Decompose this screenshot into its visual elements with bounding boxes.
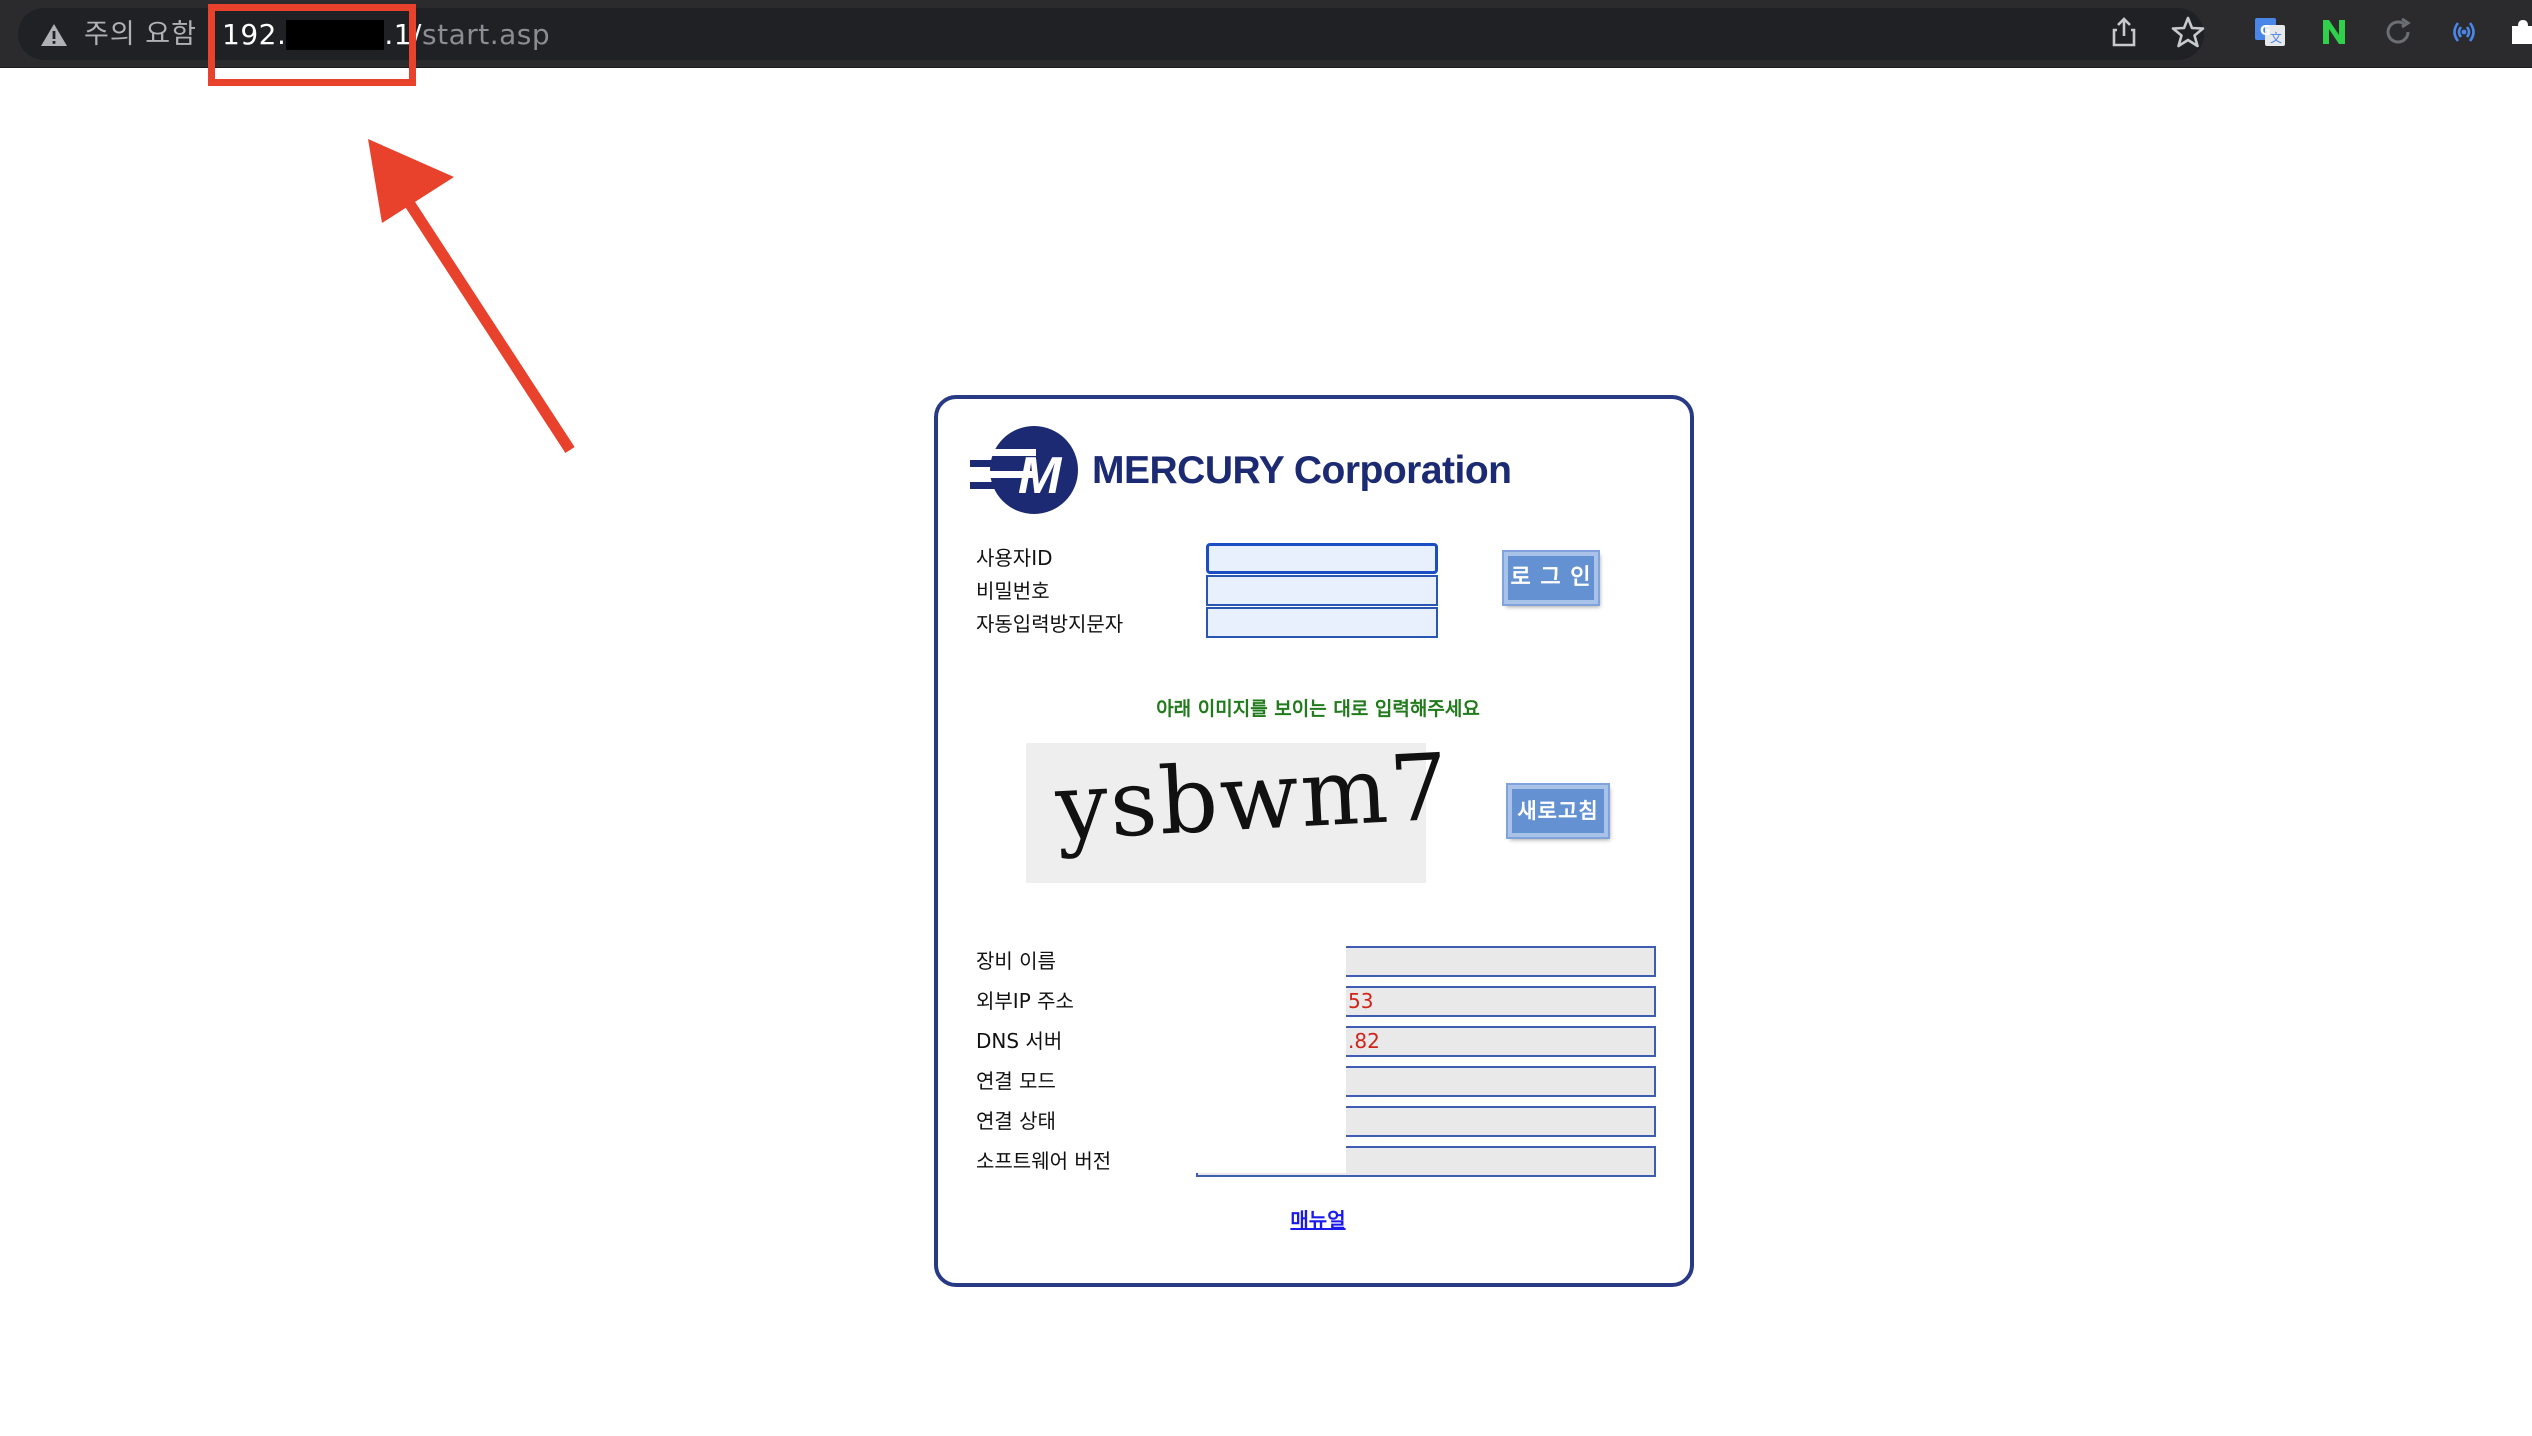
google-translate-icon[interactable]: G文 xyxy=(2252,14,2288,50)
url-path: start.asp xyxy=(422,18,551,51)
user-id-label: 사용자ID xyxy=(976,546,1053,570)
captcha-hint: 아래 이미지를 보이는 대로 입력해주세요 xyxy=(1156,698,1480,720)
user-id-input[interactable] xyxy=(1206,543,1438,574)
company-name: MERCURY Corporation xyxy=(1092,449,1512,492)
connection-mode-label: 연결 모드 xyxy=(976,1069,1056,1093)
extensions-puzzle-icon[interactable] xyxy=(2506,14,2532,50)
naver-extension-icon[interactable] xyxy=(2316,14,2352,50)
manual-link[interactable]: 매뉴얼 xyxy=(938,1207,1698,1233)
device-name-label: 장비 이름 xyxy=(976,949,1056,973)
svg-text:M: M xyxy=(1018,447,1063,505)
svg-text:文: 文 xyxy=(2270,30,2282,45)
captcha-text: ysbwm7 xyxy=(1053,733,1453,861)
software-version-label: 소프트웨어 버전 xyxy=(976,1149,1112,1173)
warning-icon[interactable] xyxy=(40,22,68,48)
password-input[interactable] xyxy=(1206,575,1438,606)
dns-server-label: DNS 서버 xyxy=(976,1029,1063,1053)
refresh-captcha-button[interactable]: 새로고침 xyxy=(1508,785,1608,837)
url-highlight-box xyxy=(208,4,416,86)
connection-status-label: 연결 상태 xyxy=(976,1109,1056,1133)
login-panel: M MERCURY Corporation 사용자ID 비밀번호 자동입력방지문… xyxy=(934,395,1694,1287)
captcha-input-label: 자동입력방지문자 xyxy=(976,612,1124,636)
security-warning-label[interactable]: 주의 요함 xyxy=(84,20,197,50)
captcha-image: ysbwm7 xyxy=(1026,733,1453,883)
mercury-logo-icon: M xyxy=(970,426,1078,514)
redaction-block xyxy=(1196,945,1346,1173)
bookmark-star-icon[interactable] xyxy=(2170,14,2206,50)
captcha-input[interactable] xyxy=(1206,607,1438,638)
red-arrow-icon xyxy=(368,139,575,454)
password-label: 비밀번호 xyxy=(976,579,1050,603)
reload-extension-icon[interactable] xyxy=(2380,14,2416,50)
external-ip-label: 외부IP 주소 xyxy=(976,989,1074,1013)
share-icon[interactable] xyxy=(2106,14,2142,50)
screenshot-stage: 주의 요함 192. .1/start.asp G文 M MERCURY Cor… xyxy=(0,0,2532,1436)
broadcast-extension-icon[interactable] xyxy=(2446,14,2482,50)
login-button[interactable]: 로 그 인 xyxy=(1504,552,1598,604)
